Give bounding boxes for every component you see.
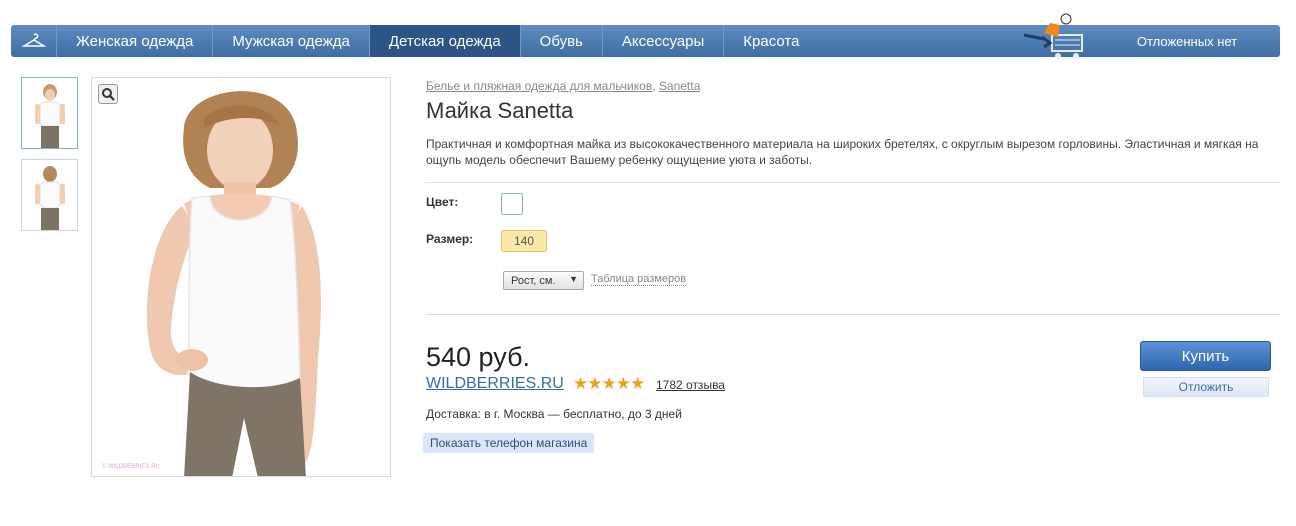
size-option[interactable]: 140 — [501, 230, 547, 252]
divider — [426, 182, 1280, 183]
height-select[interactable]: Рост, см. ▼ — [503, 271, 584, 290]
size-label: Размер: — [426, 232, 474, 246]
show-phone-button[interactable]: Показать телефон магазина — [423, 433, 595, 453]
reviews-link[interactable]: 1782 отзыва — [656, 378, 725, 392]
color-swatch[interactable] — [501, 193, 523, 215]
shop-link[interactable]: WILDBERRIES.RU — [426, 375, 564, 393]
breadcrumb-category-link[interactable]: Белье и пляжная одежда для мальчиков — [426, 79, 652, 93]
breadcrumb-separator: , — [652, 79, 656, 93]
hanger-icon[interactable] — [11, 25, 57, 57]
size-table-link[interactable]: Таблица размеров — [591, 273, 687, 286]
product-description: Практичная и комфортная майка из высокок… — [426, 137, 1259, 167]
divider — [426, 314, 1280, 315]
breadcrumb-brand-link[interactable]: Sanetta — [659, 79, 700, 93]
thumbnail-front[interactable] — [21, 77, 78, 149]
defer-button[interactable]: Отложить — [1143, 377, 1269, 397]
rating-stars-icon: ★★★★★ — [573, 374, 645, 393]
height-select-value: Рост, см. — [511, 274, 556, 287]
delivery-info: Доставка: в г. Москва — бесплатно, до 3 … — [426, 407, 682, 421]
product-price: 540 руб. — [426, 342, 531, 372]
deferred-items-link[interactable]: Отложенных нет — [1094, 25, 1280, 57]
top-navigation: Женская одежда Мужская одежда Детская од… — [11, 13, 1280, 59]
nav-shoes[interactable]: Обувь — [521, 25, 603, 57]
nav-accessories[interactable]: Аксессуары — [603, 25, 725, 57]
dropdown-arrow-icon: ▼ — [569, 274, 578, 284]
color-label: Цвет: — [426, 195, 459, 209]
nav-kids-clothing[interactable]: Детская одежда — [369, 25, 521, 57]
magnifier-icon[interactable] — [98, 84, 118, 104]
shopping-cart-mascot-icon[interactable] — [1014, 13, 1094, 59]
watermark: © WILDBERRIES.RU — [102, 464, 160, 470]
nav-womens-clothing[interactable]: Женская одежда — [57, 25, 214, 57]
breadcrumb: Белье и пляжная одежда для мальчиков, Sa… — [426, 79, 700, 93]
product-photo[interactable]: © WILDBERRIES.RU — [91, 77, 391, 477]
product-title: Майка Sanetta — [426, 98, 574, 123]
nav-beauty[interactable]: Красота — [724, 25, 818, 57]
nav-mens-clothing[interactable]: Мужская одежда — [213, 25, 370, 57]
thumbnail-back[interactable] — [21, 159, 78, 231]
product-photo-illustration — [92, 78, 390, 476]
buy-button[interactable]: Купить — [1140, 341, 1271, 371]
